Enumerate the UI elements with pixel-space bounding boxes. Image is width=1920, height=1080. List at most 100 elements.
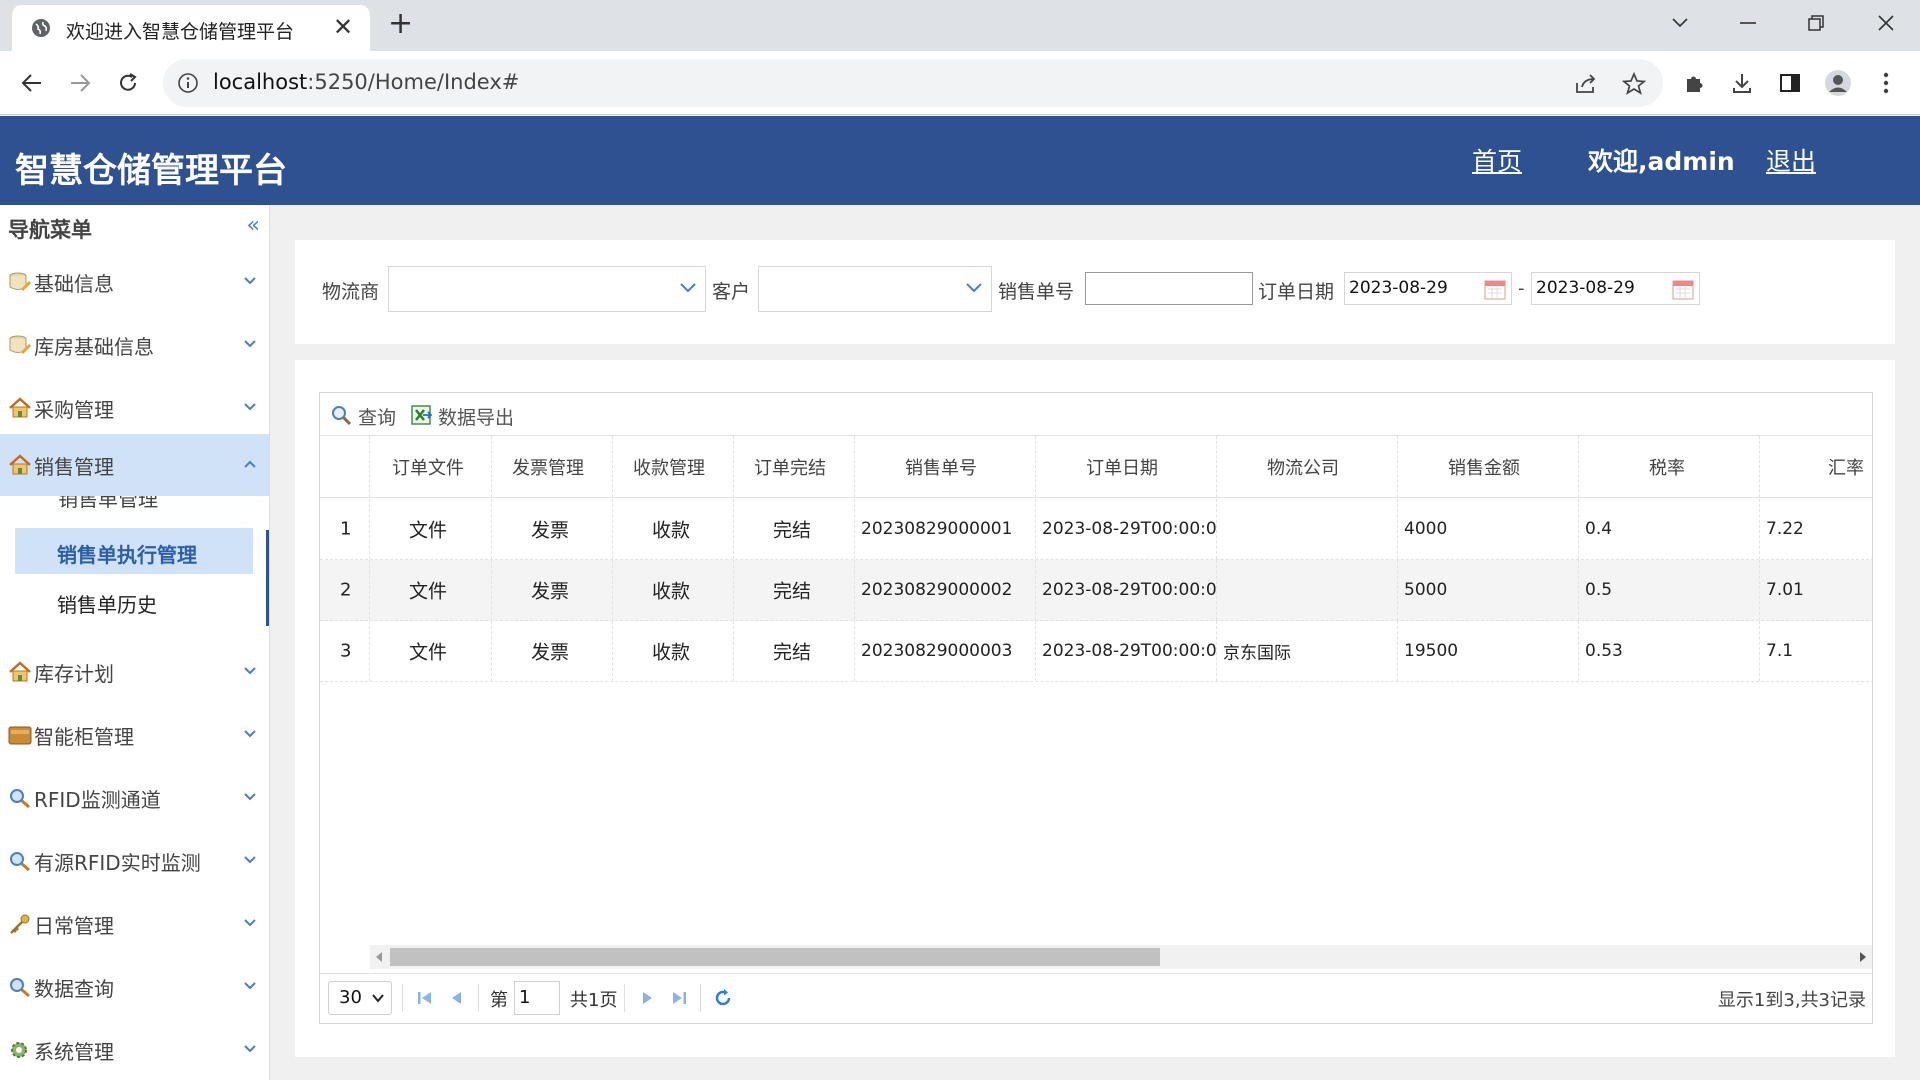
submenu-item-sales-history[interactable]: 销售单历史 (15, 578, 253, 624)
customer-select[interactable] (758, 266, 992, 312)
scroll-right-icon[interactable] (1860, 952, 1866, 962)
payment-link[interactable]: 收款 (652, 638, 690, 665)
col-header-text: 订单日期 (1086, 457, 1158, 479)
calendar-icon[interactable] (1483, 277, 1507, 301)
minimize-icon[interactable] (1728, 6, 1768, 40)
invoice-link[interactable]: 发票 (531, 577, 569, 604)
payment-link[interactable]: 收款 (652, 577, 690, 604)
col-header-text: 物流公司 (1267, 457, 1339, 479)
extensions-icon[interactable] (1676, 65, 1712, 101)
tab-close-icon[interactable]: ✕ (330, 14, 356, 40)
file-cell: 文件 (370, 499, 492, 559)
side-panel-icon[interactable] (1772, 65, 1808, 101)
table-row[interactable]: 1 文件 发票 收款 完结 20230829000001 2023-08-29T… (320, 499, 1872, 560)
invoice-link[interactable]: 发票 (531, 516, 569, 543)
collapse-double-chevron-icon[interactable]: « (247, 213, 260, 238)
scrollbar-thumb[interactable] (390, 948, 1160, 966)
new-tab-icon[interactable]: + (388, 9, 413, 39)
file-link[interactable]: 文件 (409, 577, 447, 604)
order-no-cell: 20230829000002 (855, 560, 1036, 620)
home-link[interactable]: 首页 (1472, 142, 1522, 178)
date-to-input[interactable]: 2023-08-29 (1531, 272, 1700, 305)
sidebar-item-label: 销售管理 (34, 455, 114, 479)
date-to-value: 2023-08-29 (1536, 278, 1635, 298)
col-header-order-no[interactable]: 销售单号 (855, 436, 1036, 497)
sidebar-item-data-query[interactable]: 数据查询 (0, 956, 269, 1018)
file-link[interactable]: 文件 (409, 516, 447, 543)
logistics-select[interactable] (388, 266, 706, 312)
address-bar[interactable]: localhost:5250/Home/Index# (163, 59, 1663, 107)
sidebar-item-system[interactable]: 系统管理 (0, 1019, 269, 1080)
page-total: 共1页 (570, 990, 618, 1011)
chevron-down-icon (244, 793, 256, 801)
payment-link[interactable]: 收款 (652, 516, 690, 543)
reload-icon[interactable] (110, 65, 146, 101)
restore-icon[interactable] (1796, 6, 1836, 40)
query-button[interactable]: 查询 (330, 401, 410, 429)
table-row[interactable]: 3 文件 发票 收款 完结 20230829000003 2023-08-29T… (320, 621, 1872, 682)
order-no-input[interactable] (1085, 272, 1253, 305)
forward-icon[interactable] (62, 65, 98, 101)
col-header-tax[interactable]: 税率 (1579, 436, 1760, 497)
search-icon (10, 789, 30, 809)
submenu-item-sales-execution[interactable]: 销售单执行管理 (15, 528, 253, 574)
close-window-icon[interactable] (1866, 6, 1906, 40)
col-header-rate[interactable]: 汇率 (1760, 436, 1872, 497)
export-button[interactable]: 数据导出 (410, 401, 530, 429)
complete-link[interactable]: 完结 (773, 577, 811, 604)
date-from-input[interactable]: 2023-08-29 (1344, 272, 1512, 305)
col-header-file[interactable]: 订单文件 (370, 436, 492, 497)
last-page-icon[interactable] (668, 987, 690, 1009)
col-header-payment[interactable]: 收款管理 (613, 436, 734, 497)
share-icon[interactable] (1573, 71, 1599, 97)
sidebar-item-daily[interactable]: 日常管理 (0, 893, 269, 955)
invoice-link[interactable]: 发票 (531, 638, 569, 665)
refresh-icon[interactable] (712, 987, 734, 1009)
table-row[interactable]: 2 文件 发票 收款 完结 20230829000002 2023-08-29T… (320, 560, 1872, 621)
sidebar-item-active-rfid[interactable]: 有源RFID实时监测 (0, 830, 269, 892)
order-date-label: 订单日期 (1258, 281, 1335, 303)
horizontal-scrollbar[interactable] (370, 945, 1872, 969)
browser-tab[interactable]: 欢迎进入智慧仓储管理平台 ✕ (12, 5, 370, 51)
filter-panel: 物流商 客户 销售单号 订单日期 2023-08-29 - 2023-08-29 (295, 240, 1895, 344)
grid-toolbar: 查询 数据导出 (320, 393, 1872, 436)
page-size-value: 30 (339, 987, 362, 1008)
divider (624, 984, 625, 1012)
col-header-complete[interactable]: 订单完结 (734, 436, 855, 497)
complete-link[interactable]: 完结 (773, 638, 811, 665)
col-header-amount[interactable]: 销售金额 (1398, 436, 1579, 497)
next-page-icon[interactable] (636, 987, 658, 1009)
sidebar-item-warehouse-info[interactable]: 库房基础信息 (0, 314, 269, 376)
col-header-logistics[interactable]: 物流公司 (1217, 436, 1398, 497)
file-link[interactable]: 文件 (409, 638, 447, 665)
col-header-order-date[interactable]: 订单日期 (1036, 436, 1217, 497)
bookmark-star-icon[interactable] (1621, 71, 1647, 97)
menu-kebab-icon[interactable] (1868, 65, 1904, 101)
sidebar-item-smart-cabinet[interactable]: 智能柜管理 (0, 704, 269, 766)
sidebar-item-basic-info[interactable]: 基础信息 (0, 251, 269, 313)
info-icon[interactable] (177, 72, 199, 94)
tab-search-icon[interactable] (1660, 6, 1700, 40)
page-number-input[interactable]: 1 (514, 981, 560, 1015)
invoice-cell: 发票 (492, 499, 613, 559)
col-header-invoice[interactable]: 发票管理 (492, 436, 613, 497)
order-no-text: 20230829000001 (861, 519, 1013, 539)
profile-avatar-icon[interactable] (1820, 65, 1856, 101)
scroll-left-icon[interactable] (376, 952, 382, 962)
submenu-item-sales-orders[interactable]: 销售单管理 (58, 496, 158, 512)
sidebar-item-sales[interactable]: 销售管理 (0, 434, 269, 496)
complete-link[interactable]: 完结 (773, 516, 811, 543)
page-size-select[interactable]: 30 (328, 981, 392, 1015)
prev-page-icon[interactable] (446, 987, 468, 1009)
back-icon[interactable] (14, 65, 50, 101)
sidebar-item-purchase[interactable]: 采购管理 (0, 377, 269, 439)
sidebar-title: 导航菜单 (8, 218, 92, 242)
chevron-down-icon (244, 340, 256, 348)
sidebar-item-inventory-plan[interactable]: 库存计划 (0, 641, 269, 703)
download-icon[interactable] (1724, 65, 1760, 101)
first-page-icon[interactable] (414, 987, 436, 1009)
chevron-down-icon (244, 919, 256, 927)
logout-link[interactable]: 退出 (1766, 142, 1816, 178)
calendar-icon[interactable] (1671, 277, 1695, 301)
sidebar-item-rfid-channel[interactable]: RFID监测通道 (0, 767, 269, 829)
